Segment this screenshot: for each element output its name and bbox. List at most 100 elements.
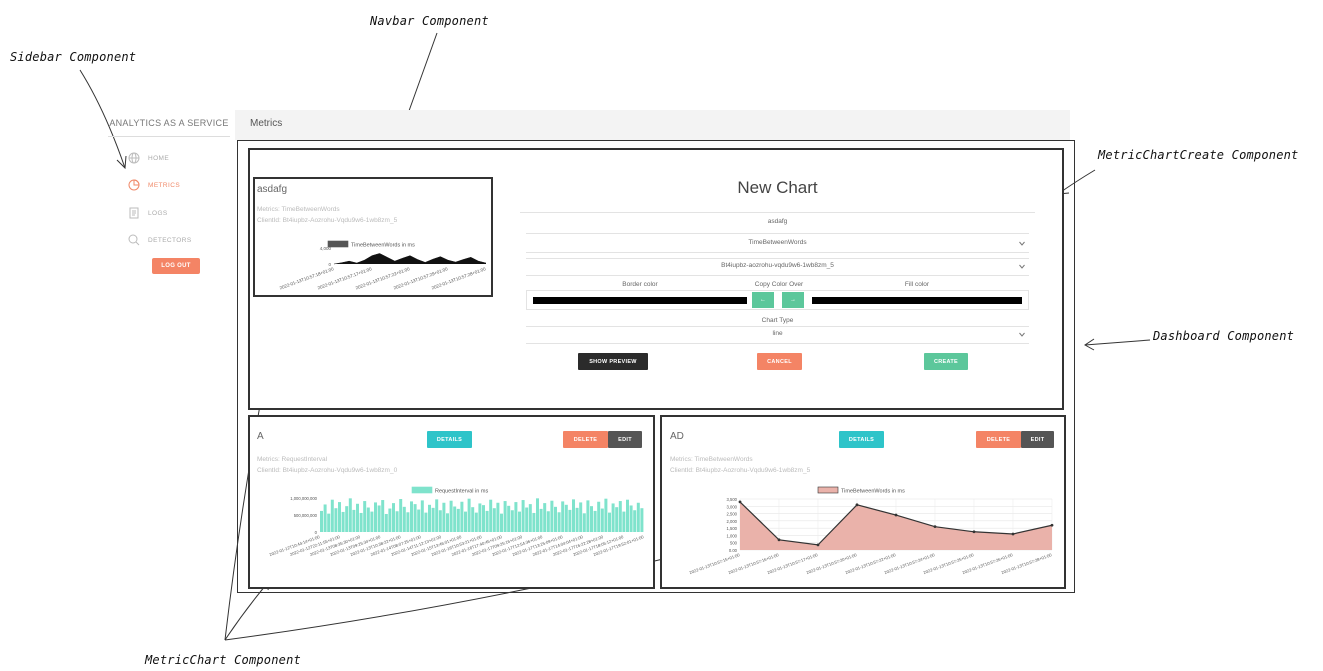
details-button[interactable]: DETAILS (839, 431, 884, 448)
y-tick-label: 1,500 (727, 526, 738, 531)
bar (557, 512, 561, 532)
y-tick-label: 3,000 (727, 504, 738, 509)
chevron-down-icon (1019, 241, 1025, 246)
bar (471, 507, 475, 532)
bar (550, 500, 554, 532)
sidebar-item-detectors[interactable]: DETECTORS (128, 233, 192, 247)
bar (428, 504, 431, 532)
bar (489, 499, 493, 532)
bar (348, 498, 352, 532)
bar (532, 512, 536, 532)
request-interval-chart: RequestInterval in ms 1,000,000,000 500,00… (269, 486, 645, 557)
arrow-left-icon: ← (760, 297, 766, 303)
delete-button[interactable]: DELETE (563, 431, 608, 448)
delete-button[interactable]: DELETE (976, 431, 1021, 448)
bar (395, 511, 399, 532)
y-tick-label: 3,500 (727, 497, 738, 502)
copy-right-button[interactable]: → (782, 292, 804, 308)
fill-color-input[interactable] (812, 297, 1022, 304)
bar (377, 505, 381, 532)
chart-card-metrics: Metrics: TimeBetweenWords (670, 456, 753, 463)
chart-name-input[interactable]: asdafg (520, 218, 1035, 225)
sidebar-item-logs[interactable]: LOGS (128, 206, 168, 220)
metric-select[interactable]: TimeBetweenWords (526, 236, 1029, 253)
bar (453, 506, 457, 532)
bar (352, 509, 356, 532)
bar (510, 510, 514, 532)
logout-button[interactable]: LOG OUT (152, 258, 200, 274)
bar (500, 513, 503, 532)
bar (384, 513, 388, 532)
edit-button[interactable]: EDIT (608, 431, 642, 448)
sidebar-item-home[interactable]: HOME (128, 151, 169, 165)
y-tick-label: 1,000 (727, 533, 738, 538)
data-point (972, 530, 976, 534)
edit-button[interactable]: EDIT (1021, 431, 1054, 448)
chart-card-title: A (257, 431, 264, 442)
dashboard-arrow (1084, 339, 1151, 346)
preview-chart: TimeBetweenWords in ms4,00002022-01-13T1… (279, 240, 487, 290)
bar (514, 502, 518, 532)
create-button[interactable]: CREATE (924, 353, 968, 370)
bar (575, 507, 579, 532)
copy-left-button[interactable]: ← (752, 292, 774, 308)
bar (374, 502, 377, 532)
bar (431, 507, 435, 532)
copy-color-label: Copy Color Over (754, 281, 804, 288)
sidebar-brand: ANALYTICS AS A SERVICE (109, 118, 229, 128)
new-chart-heading: New Chart (737, 178, 818, 197)
bar (460, 501, 464, 532)
bar (320, 510, 323, 532)
bar (474, 512, 478, 532)
chart-card-client-id: ClientId: Bt4iupbz-Aozrohu-Vqdu9w6-1wb8z… (670, 467, 811, 474)
data-point (1050, 523, 1054, 527)
bar (345, 506, 349, 532)
time-between-words-chart: TimeBetweenWords in ms 3,500 3,000 2,500 2,0… (689, 486, 1054, 575)
legend-swatch (327, 240, 349, 248)
bar (626, 499, 629, 532)
show-preview-button[interactable]: SHOW PREVIEW (578, 353, 648, 370)
bar (525, 507, 529, 532)
data-point (894, 513, 898, 517)
bar (561, 501, 565, 532)
bar (359, 512, 363, 532)
legend-label: TimeBetweenWords in ms (841, 489, 905, 495)
bar (370, 511, 374, 532)
client-select[interactable]: Bt4iupbz-aozrohu-vqdu9w6-1wb8zm_5 (526, 258, 1029, 276)
bar (464, 511, 467, 532)
chart-type-select[interactable]: line (526, 326, 1029, 344)
preview-title: asdafg (257, 184, 288, 195)
bar (485, 510, 489, 532)
sidebar-item-metrics[interactable]: METRICS (128, 178, 180, 192)
cancel-button[interactable]: CANCEL (757, 353, 802, 370)
border-color-label: Border color (622, 281, 658, 288)
navbar-arrow (404, 32, 438, 123)
series-area (334, 253, 486, 264)
arrow-right-icon: → (790, 297, 796, 303)
bar (456, 508, 460, 532)
chevron-down-icon (1019, 264, 1025, 269)
bar (543, 503, 547, 532)
bar (402, 506, 406, 532)
bar (410, 501, 413, 532)
sidebar-divider (108, 136, 230, 137)
bar (611, 503, 615, 532)
bar (539, 508, 543, 532)
data-point (738, 500, 742, 504)
chart-card-title: AD (670, 431, 684, 442)
client-select-value: Bt4iupbz-aozrohu-vqdu9w6-1wb8zm_5 (721, 262, 834, 269)
navbar (235, 110, 1070, 140)
form-divider (526, 233, 1029, 234)
bar (363, 501, 367, 532)
border-color-input[interactable] (533, 297, 747, 304)
details-button[interactable]: DETAILS (427, 431, 472, 448)
bar (597, 501, 601, 532)
bar (507, 505, 511, 532)
bar (496, 502, 500, 532)
bar (521, 500, 525, 532)
bar (546, 511, 550, 532)
bar (536, 498, 539, 532)
bar (323, 504, 327, 532)
document-icon (129, 207, 139, 219)
sidebar-item-label: LOGS (148, 209, 168, 217)
